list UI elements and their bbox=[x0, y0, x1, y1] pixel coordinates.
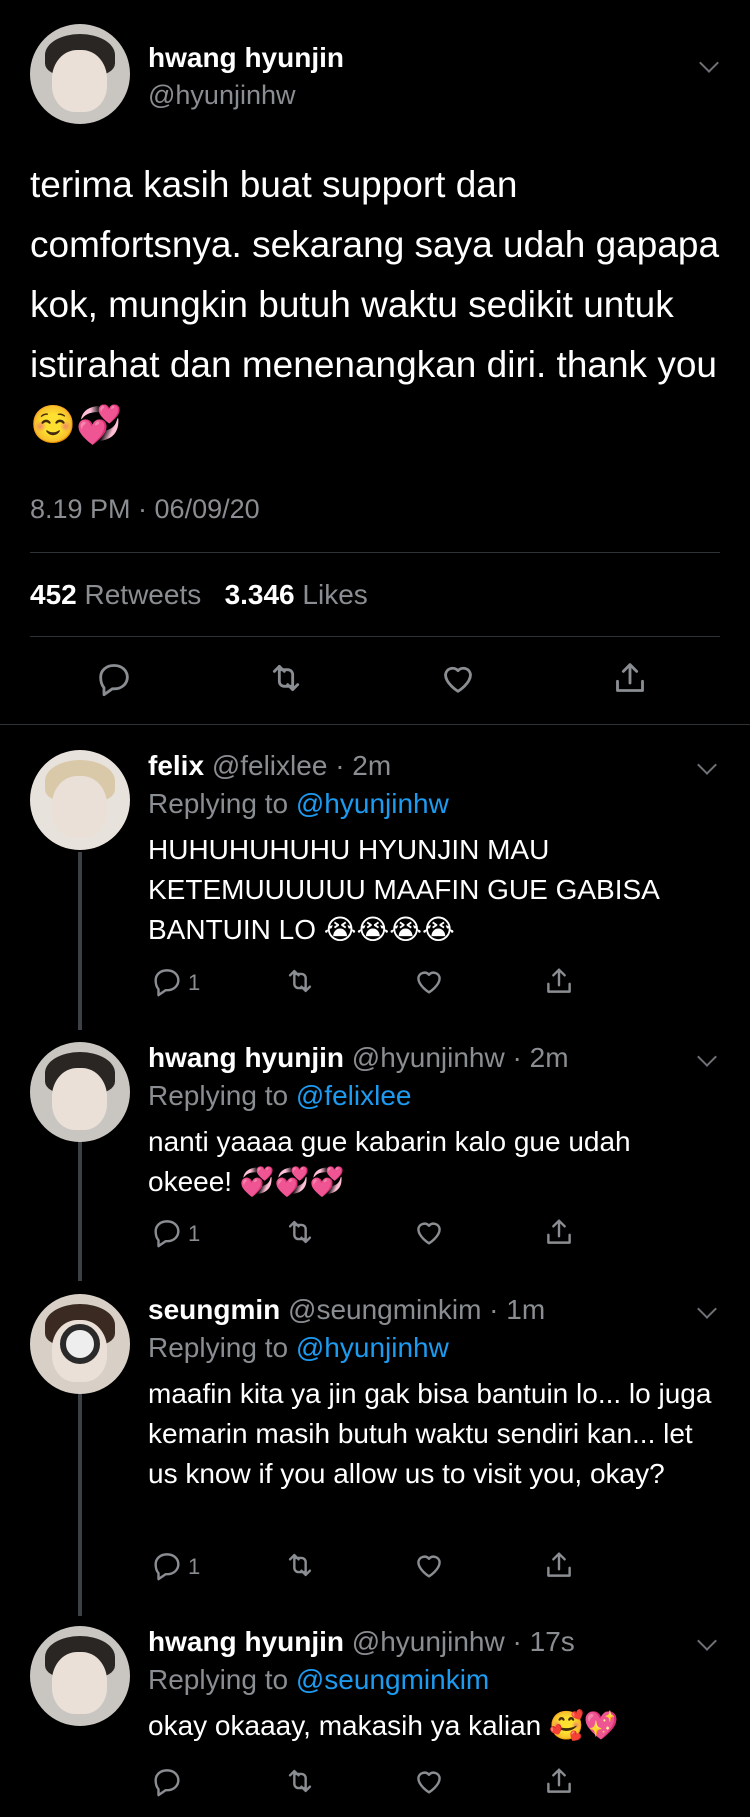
share-icon[interactable] bbox=[610, 658, 650, 698]
reply-tweet[interactable]: hwang hyunjin @hyunjinhw · 2m Replying t… bbox=[0, 1042, 750, 1262]
retweet-icon[interactable] bbox=[283, 1764, 317, 1798]
reply-count: 1 bbox=[188, 1554, 201, 1579]
retweet-icon[interactable] bbox=[283, 964, 317, 998]
share-icon[interactable] bbox=[542, 1215, 576, 1249]
chevron-down-icon[interactable] bbox=[699, 53, 719, 73]
reply-tweet[interactable]: seungmin @seungminkim · 1m Replying to @… bbox=[0, 1294, 750, 1584]
heart-icon[interactable] bbox=[438, 658, 478, 698]
reply-time: · 17s bbox=[512, 1626, 575, 1657]
replying-prefix: Replying to bbox=[148, 1080, 289, 1111]
heart-icon[interactable] bbox=[412, 1215, 446, 1249]
author-name[interactable]: hwang hyunjin bbox=[148, 42, 344, 74]
share-icon[interactable] bbox=[542, 964, 576, 998]
author-name[interactable]: hwang hyunjin bbox=[148, 1042, 344, 1073]
reply-icon[interactable] bbox=[150, 964, 184, 998]
divider bbox=[0, 724, 750, 725]
author-handle[interactable]: @hyunjinhw bbox=[352, 1626, 505, 1657]
retweet-count[interactable]: 452 bbox=[30, 579, 77, 610]
chevron-down-icon[interactable] bbox=[697, 755, 717, 775]
reply-icon[interactable] bbox=[150, 1215, 184, 1249]
replying-to: Replying to @felixlee bbox=[148, 1080, 411, 1112]
reply-text: maafin kita ya jin gak bisa bantuin lo..… bbox=[148, 1378, 712, 1489]
reply-icon[interactable] bbox=[94, 658, 134, 698]
reply-time: · 2m bbox=[512, 1042, 569, 1073]
share-icon[interactable] bbox=[542, 1764, 576, 1798]
author-handle[interactable]: @hyunjinhw bbox=[148, 80, 296, 111]
reply-tweet[interactable]: hwang hyunjin @hyunjinhw · 17s Replying … bbox=[0, 1626, 750, 1816]
retweet-icon[interactable] bbox=[283, 1548, 317, 1582]
reply-actions: 1 bbox=[148, 1215, 598, 1249]
reply-time: · 1m bbox=[489, 1294, 546, 1325]
replying-to: Replying to @hyunjinhw bbox=[148, 788, 449, 820]
replying-to: Replying to @hyunjinhw bbox=[148, 1332, 449, 1364]
avatar[interactable] bbox=[30, 1626, 130, 1726]
retweet-icon[interactable] bbox=[266, 658, 306, 698]
main-tweet-header: hwang hyunjin @hyunjinhw bbox=[30, 24, 720, 124]
author-handle[interactable]: @felixlee bbox=[212, 750, 328, 781]
author-handle[interactable]: @hyunjinhw bbox=[352, 1042, 505, 1073]
replying-prefix: Replying to bbox=[148, 1332, 289, 1363]
tweet-timestamp: 8.19 PM · 06/09/20 bbox=[30, 494, 260, 524]
chevron-down-icon[interactable] bbox=[697, 1631, 717, 1651]
reply-text: nanti yaaaa gue kabarin kalo gue udah ok… bbox=[148, 1126, 631, 1197]
tweet-actions bbox=[90, 656, 670, 700]
heart-icon[interactable] bbox=[412, 1764, 446, 1798]
replying-to-link[interactable]: @felixlee bbox=[296, 1080, 412, 1111]
likes-label[interactable]: Likes bbox=[302, 579, 367, 610]
avatar[interactable] bbox=[30, 750, 130, 850]
author-name[interactable]: felix bbox=[148, 750, 204, 781]
reply-icon[interactable] bbox=[150, 1548, 184, 1582]
avatar[interactable] bbox=[30, 1294, 130, 1394]
tweet-stats: 452 Retweets 3.346 Likes bbox=[30, 579, 368, 611]
replying-prefix: Replying to bbox=[148, 788, 289, 819]
chevron-down-icon[interactable] bbox=[697, 1047, 717, 1067]
author-name[interactable]: seungmin bbox=[148, 1294, 280, 1325]
chevron-down-icon[interactable] bbox=[697, 1299, 717, 1319]
reply-count: 1 bbox=[188, 1221, 201, 1246]
reply-text: okay okaaay, makasih ya kalian 🥰💖 bbox=[148, 1710, 619, 1741]
retweet-icon[interactable] bbox=[283, 1215, 317, 1249]
avatar[interactable] bbox=[30, 1042, 130, 1142]
reply-header: seungmin @seungminkim · 1m bbox=[148, 1294, 545, 1326]
retweets-label[interactable]: Retweets bbox=[85, 579, 202, 610]
author-handle[interactable]: @seungminkim bbox=[288, 1294, 481, 1325]
reply-text: HUHUHUHUHU HYUNJIN MAU KETEMUUUUUU MAAFI… bbox=[148, 834, 659, 945]
divider bbox=[30, 552, 720, 553]
reply-actions: 1 bbox=[148, 964, 598, 998]
reply-time: · 2m bbox=[335, 750, 392, 781]
reply-actions: 1 bbox=[148, 1548, 598, 1582]
avatar[interactable] bbox=[30, 24, 130, 124]
share-icon[interactable] bbox=[542, 1548, 576, 1582]
heart-icon[interactable] bbox=[412, 964, 446, 998]
replying-to-link[interactable]: @seungminkim bbox=[296, 1664, 489, 1695]
divider bbox=[30, 636, 720, 637]
replying-to: Replying to @seungminkim bbox=[148, 1664, 489, 1696]
reply-header: hwang hyunjin @hyunjinhw · 2m bbox=[148, 1042, 569, 1074]
tweet-text: terima kasih buat support dan comfortsny… bbox=[30, 164, 720, 445]
reply-actions bbox=[148, 1764, 598, 1798]
heart-icon[interactable] bbox=[412, 1548, 446, 1582]
reply-header: hwang hyunjin @hyunjinhw · 17s bbox=[148, 1626, 575, 1658]
reply-icon[interactable] bbox=[150, 1764, 184, 1798]
reply-header: felix @felixlee · 2m bbox=[148, 750, 391, 782]
reply-tweet[interactable]: felix @felixlee · 2m Replying to @hyunji… bbox=[0, 750, 750, 1000]
replying-to-link[interactable]: @hyunjinhw bbox=[296, 788, 449, 819]
author-name[interactable]: hwang hyunjin bbox=[148, 1626, 344, 1657]
like-count[interactable]: 3.346 bbox=[225, 579, 295, 610]
reply-count: 1 bbox=[188, 970, 201, 995]
replying-prefix: Replying to bbox=[148, 1664, 289, 1695]
replying-to-link[interactable]: @hyunjinhw bbox=[296, 1332, 449, 1363]
